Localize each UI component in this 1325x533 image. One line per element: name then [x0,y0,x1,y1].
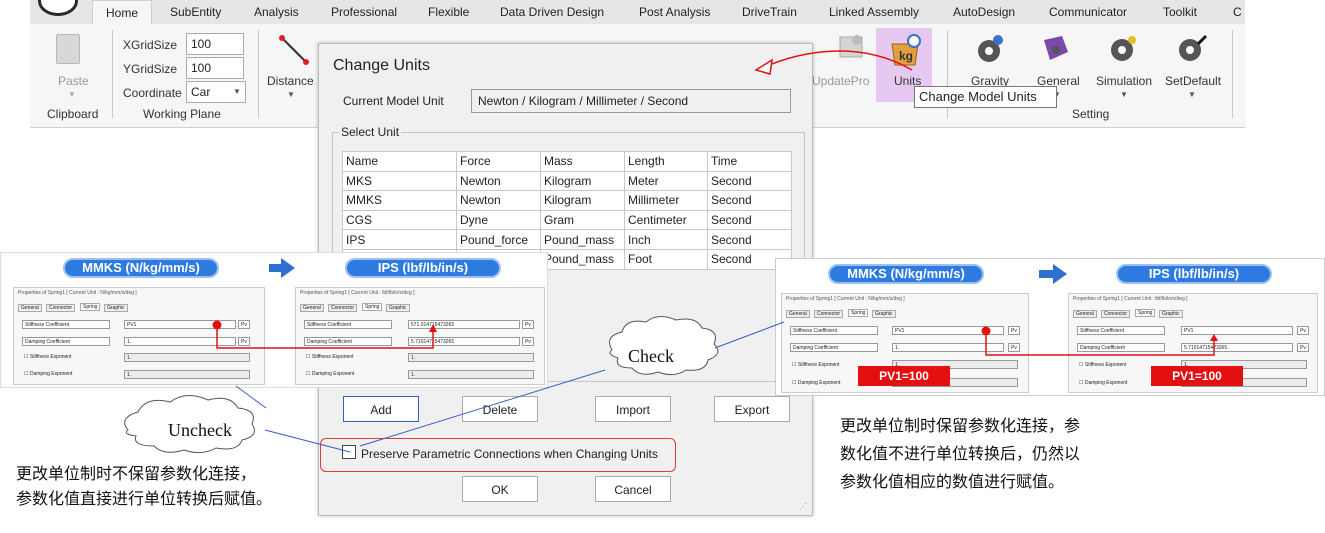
check-callout: Check [628,346,674,366]
annotation-overlay [124,50,913,454]
uncheck-callout: Uncheck [168,420,232,440]
right-note-line3: 参数化值相应的数值进行赋值。 [840,472,1065,491]
left-note-line2: 参数化值直接进行单位转换后赋值。 [16,489,273,508]
left-note-line1: 更改单位制时不保留参数化连接， [16,464,257,483]
right-note-line1: 更改单位制时保留参数化连接，参 [840,416,1081,435]
right-note-line2: 数化值不进行单位转换后，仍然以 [840,444,1081,463]
